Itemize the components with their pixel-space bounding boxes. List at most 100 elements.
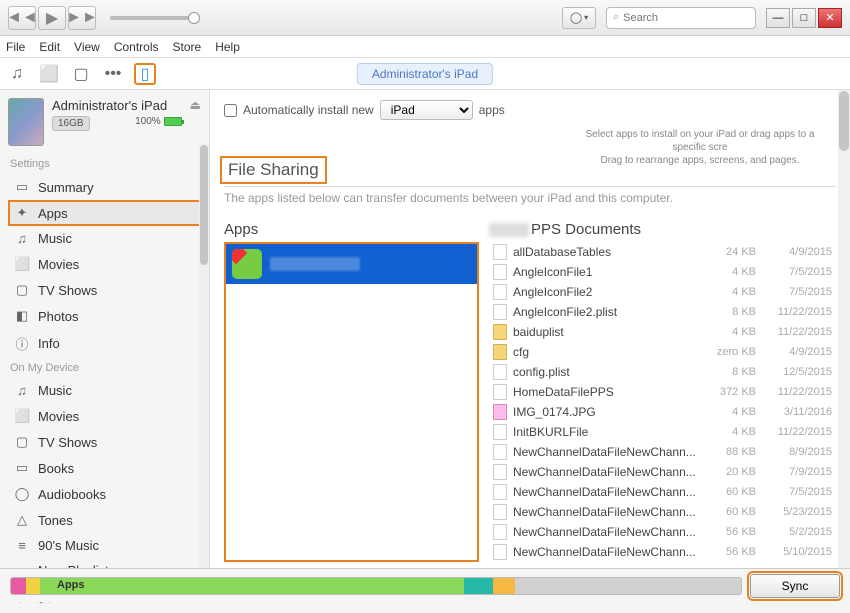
sidebar-item-summary[interactable]: ▭Summary: [0, 174, 209, 200]
file-name: IMG_0174.JPG: [513, 405, 698, 419]
close-button[interactable]: ✕: [818, 8, 842, 28]
capacity-segment: [493, 578, 515, 594]
menu-view[interactable]: View: [74, 40, 100, 54]
documents-list[interactable]: allDatabaseTables24 KB4/9/2015AngleIconF…: [489, 242, 836, 562]
document-row[interactable]: NewChannelDataFileNewChann...88 KB8/9/20…: [489, 442, 836, 462]
main-area: Administrator's iPad 16GB 100% ⏏ Setting…: [0, 90, 850, 570]
sidebar-icon: ▭: [14, 460, 30, 476]
file-name: AngleIconFile1: [513, 265, 698, 279]
document-row[interactable]: AngleIconFile2.plist 8 KB 11/22/2015: [489, 302, 836, 322]
file-size: 8 KB: [704, 306, 756, 318]
file-icon: [493, 264, 507, 280]
document-row[interactable]: NewChannelDataFileNewChann...60 KB5/23/2…: [489, 502, 836, 522]
menu-store[interactable]: Store: [173, 40, 202, 54]
sidebar-item-tones[interactable]: △Tones: [0, 507, 209, 533]
auto-install-checkbox[interactable]: [224, 104, 237, 117]
sidebar-item-tv-shows[interactable]: ▢ TV Shows: [0, 429, 209, 455]
music-tab-icon[interactable]: ♫: [6, 63, 28, 85]
document-row[interactable]: allDatabaseTables24 KB4/9/2015: [489, 242, 836, 262]
document-row[interactable]: HomeDataFilePPS372 KB11/22/2015: [489, 382, 836, 402]
file-icon: [493, 284, 507, 300]
file-size: 4 KB: [704, 426, 756, 438]
file-size: 56 KB: [704, 526, 756, 538]
volume-slider[interactable]: [110, 16, 200, 20]
maximize-button[interactable]: □: [792, 8, 816, 28]
file-icon: [493, 404, 507, 420]
minimize-button[interactable]: —: [766, 8, 790, 28]
sidebar-item-label: Movies: [38, 257, 79, 272]
sidebar-item-90-s-music[interactable]: ≡90's Music: [0, 533, 209, 558]
search-box[interactable]: ⌕: [606, 7, 756, 29]
file-icon: [493, 304, 507, 320]
file-icon: [493, 504, 507, 520]
sidebar-icon: ▢: [14, 434, 30, 450]
apps-list[interactable]: [224, 242, 479, 562]
sidebar-settings-label: Settings: [0, 154, 209, 174]
tv-tab-icon[interactable]: ▢: [70, 63, 92, 85]
document-row[interactable]: InitBKURLFile4 KB11/22/2015: [489, 422, 836, 442]
next-button[interactable]: ►►: [68, 6, 96, 30]
file-size: 4 KB: [704, 286, 756, 298]
device-pill[interactable]: Administrator's iPad: [357, 63, 493, 85]
sync-button[interactable]: Sync: [750, 574, 840, 598]
sidebar-item-movies[interactable]: ⬜Movies: [0, 251, 209, 277]
sidebar-item-info[interactable]: ⓘInfo: [0, 329, 209, 358]
sidebar-scrollbar[interactable]: [199, 144, 209, 570]
file-date: 11/22/2015: [762, 306, 832, 318]
document-row[interactable]: NewChannelDataFileNewChann...56 KB5/2/20…: [489, 522, 836, 542]
sidebar-item-books[interactable]: ▭Books: [0, 455, 209, 481]
file-name: AngleIconFile2.plist: [513, 305, 698, 319]
app-name: [270, 257, 360, 271]
file-sharing-sub: The apps listed below can transfer docum…: [224, 191, 836, 205]
document-row[interactable]: AngleIconFile24 KB7/5/2015: [489, 282, 836, 302]
document-row[interactable]: NewChannelDataFileNewChann...56 KB5/10/2…: [489, 542, 836, 562]
sidebar-item-music[interactable]: ♫Music: [0, 378, 209, 403]
file-date: 5/2/2015: [762, 526, 832, 538]
document-row[interactable]: config.plist8 KB12/5/2015: [489, 362, 836, 382]
sidebar-item-audiobooks[interactable]: ◯Audiobooks: [0, 481, 209, 507]
file-size: 20 KB: [704, 466, 756, 478]
sidebar-item-apps[interactable]: ✦Apps: [8, 200, 201, 226]
document-row[interactable]: NewChannelDataFileNewChann...20 KB7/9/20…: [489, 462, 836, 482]
prev-button[interactable]: ◄◄: [8, 6, 36, 30]
auto-install-device-select[interactable]: iPad: [380, 100, 473, 120]
menu-controls[interactable]: Controls: [114, 40, 159, 54]
eject-icon[interactable]: ⏏: [190, 98, 201, 112]
capacity-segment: [26, 578, 41, 594]
auto-install-row: Automatically install new iPad apps: [210, 90, 850, 130]
document-row[interactable]: AngleIconFile14 KB7/5/2015: [489, 262, 836, 282]
file-icon: [493, 484, 507, 500]
device-header: Administrator's iPad 16GB 100% ⏏: [0, 90, 209, 154]
document-row[interactable]: NewChannelDataFileNewChann...60 KB7/5/20…: [489, 482, 836, 502]
file-date: 7/5/2015: [762, 486, 832, 498]
content-pane: Automatically install new iPad apps Sele…: [210, 90, 850, 570]
app-row[interactable]: [226, 244, 477, 284]
file-name: allDatabaseTables: [513, 245, 698, 259]
sidebar-item-label: 90's Music: [38, 538, 99, 553]
file-date: 3/11/2016: [762, 406, 832, 418]
playback-controls: ◄◄ ▶ ►►: [8, 6, 96, 30]
file-icon: [493, 364, 507, 380]
sidebar-item-music[interactable]: ♫Music: [0, 226, 209, 251]
search-input[interactable]: [623, 12, 749, 24]
play-button[interactable]: ▶: [38, 6, 66, 30]
menu-edit[interactable]: Edit: [39, 40, 60, 54]
sidebar-item-movies[interactable]: ⬜Movies: [0, 403, 209, 429]
document-row[interactable]: baiduplist4 KB11/22/2015: [489, 322, 836, 342]
sidebar-icon: ◯: [14, 486, 30, 502]
movies-tab-icon[interactable]: ⬜: [38, 63, 60, 85]
content-scrollbar[interactable]: [838, 90, 850, 570]
menu-help[interactable]: Help: [215, 40, 240, 54]
device-tab-icon[interactable]: ▯: [134, 63, 156, 85]
more-tab-icon[interactable]: •••: [102, 63, 124, 85]
document-row[interactable]: IMG_0174.JPG4 KB3/11/2016: [489, 402, 836, 422]
file-name: InitBKURLFile: [513, 425, 698, 439]
sidebar-item-label: TV Shows: [38, 435, 97, 450]
menu-file[interactable]: File: [6, 40, 25, 54]
account-button[interactable]: ◯▾: [562, 7, 596, 29]
sidebar-icon: ▢: [14, 282, 30, 298]
capacity-segment: [40, 578, 463, 594]
sidebar-item-photos[interactable]: ◧Photos: [0, 303, 209, 329]
document-row[interactable]: cfgzero KB4/9/2015: [489, 342, 836, 362]
sidebar-item-tv-shows[interactable]: ▢TV Shows: [0, 277, 209, 303]
